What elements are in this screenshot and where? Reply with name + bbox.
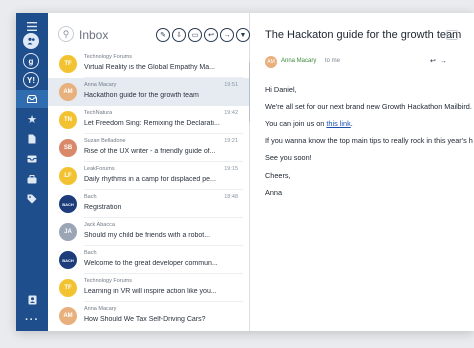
email-subject: Hackathon guide for the growth team <box>84 92 199 99</box>
email-subject: Virtual Reality is the Global Empathy Ma… <box>84 64 215 71</box>
sender-name: Bach <box>84 194 97 200</box>
body-paragraph-3: If you wanna know the top main tips to r… <box>265 136 473 145</box>
sender-name: Suzan Belladone <box>84 138 126 144</box>
body-paragraph-4: See you soon! <box>265 153 312 162</box>
reply-icon[interactable]: ↩ <box>204 28 218 42</box>
email-subject: How Should We Tax Self-Driving Cars? <box>84 316 206 323</box>
email-subject: Learning in VR will inspire action like … <box>84 288 217 295</box>
archive-box-icon[interactable] <box>22 150 42 168</box>
sender-name: TechNatura <box>84 110 113 116</box>
archive-icon[interactable]: ⇩ <box>172 28 186 42</box>
signature: Anna <box>265 188 283 197</box>
join-link[interactable]: this link <box>326 119 350 128</box>
sender-avatar: LF <box>59 167 77 185</box>
google-account-icon[interactable]: g <box>23 53 39 69</box>
briefcase-icon[interactable] <box>22 170 42 188</box>
email-subject: Welcome to the great developer commun... <box>84 260 218 267</box>
list-header: ⚲ Inbox ✎ ⇩ ▭ ↩ → ▼ <box>48 13 250 50</box>
sender-avatar: BACH <box>59 195 77 213</box>
star-icon[interactable]: ★ <box>22 110 42 128</box>
tag-add-icon[interactable]: + <box>446 30 458 40</box>
inbox-title: Inbox <box>79 28 109 42</box>
sender-name[interactable]: Anna Macary <box>281 58 316 64</box>
email-title: The Hackaton guide for the growth team <box>265 29 462 41</box>
email-subject: Registration <box>84 204 122 211</box>
message-list-pane: ⚲ Inbox ✎ ⇩ ▭ ↩ → ▼ TF Technology Forums… <box>48 13 252 331</box>
email-row-selected[interactable]: AM Anna Macary 19:51 Hackathon guide for… <box>48 78 249 106</box>
contacts-account-icon[interactable] <box>23 33 39 49</box>
email-row[interactable]: SB Suzan Belladone 19:21 Rise of the UX … <box>48 134 249 162</box>
email-subject: Rise of the UX writer - a friendly guide… <box>84 148 216 155</box>
tag-icon[interactable] <box>22 190 42 208</box>
reply-icon[interactable]: ↩ <box>430 58 440 65</box>
search-icon[interactable]: ⚲ <box>58 26 74 42</box>
email-time: 19:21 <box>224 138 238 144</box>
body-paragraph-1: We're all set for our next brand new Gro… <box>265 102 472 111</box>
email-row[interactable]: TN TechNatura 19:42 Let Freedom Sing: Re… <box>48 106 249 134</box>
sender-avatar: AM <box>59 307 77 325</box>
sender-avatar: TF <box>59 55 77 73</box>
trash-icon[interactable]: ▭ <box>188 28 202 42</box>
sender-name: Technology Forums <box>84 278 132 284</box>
sender-avatar: AM <box>59 83 77 101</box>
email-row[interactable]: TF Technology Forums Learning in VR will… <box>48 274 249 302</box>
greeting: Hi Daniel, <box>265 85 297 94</box>
sender-avatar: TF <box>59 279 77 297</box>
recipient-label: to me <box>325 58 341 64</box>
message-actions: ↩→ <box>430 57 451 65</box>
sender-avatar: AM <box>265 56 277 68</box>
sender-avatar: TN <box>59 111 77 129</box>
sign-off: Cheers, <box>265 171 291 180</box>
document-icon[interactable] <box>22 130 42 148</box>
sender-name: Anna Macary <box>84 306 117 312</box>
email-subject: Let Freedom Sing: Remixing the Declarati… <box>84 120 220 127</box>
email-row[interactable]: BACH Bach 18:48 Registration <box>48 190 249 218</box>
compose-icon[interactable]: ✎ <box>156 28 170 42</box>
email-row[interactable]: LF LeakForums 19:15 Daily rhythms in a c… <box>48 162 249 190</box>
email-row[interactable]: TF Technology Forums Virtual Reality is … <box>48 50 249 78</box>
sender-name: LeakForums <box>84 166 115 172</box>
email-row[interactable]: JA Jack Abacca Should my child be friend… <box>48 218 249 246</box>
body-paragraph-2: You can join us on this link. <box>265 119 353 128</box>
chevron-down-icon[interactable]: ▼ <box>236 28 250 42</box>
email-time: 19:42 <box>224 110 238 116</box>
contacts-icon[interactable] <box>22 291 42 309</box>
sender-name: Jack Abacca <box>84 222 115 228</box>
inbox-icon[interactable] <box>16 90 48 108</box>
email-time: 19:15 <box>224 166 238 172</box>
email-row[interactable]: AM Anna Macary How Should We Tax Self-Dr… <box>48 302 249 330</box>
app-window: g Y! ★ ··· ⚲ Inbox ✎ ⇩ ▭ ↩ → ▼ TF Techno… <box>16 13 474 331</box>
yahoo-account-icon[interactable]: Y! <box>23 72 39 88</box>
more-options-icon[interactable]: ··· <box>22 311 42 329</box>
sender-avatar: SB <box>59 139 77 157</box>
sender-avatar: BACH <box>59 251 77 269</box>
forward-icon[interactable]: → <box>220 28 234 42</box>
email-time: 19:51 <box>224 82 238 88</box>
sender-avatar: JA <box>59 223 77 241</box>
sender-name: Technology Forums <box>84 54 132 60</box>
forward-icon[interactable]: → <box>440 58 451 65</box>
sender-name: Anna Macary <box>84 82 117 88</box>
reading-pane: The Hackaton guide for the growth team +… <box>250 13 474 331</box>
email-time: 18:48 <box>224 194 238 200</box>
email-subject: Should my child be friends with a robot.… <box>84 232 211 239</box>
email-subject: Daily rhythms in a camp for displaced pe… <box>84 176 216 183</box>
sender-name: Bach <box>84 250 97 256</box>
sidebar: g Y! ★ ··· <box>16 13 48 331</box>
email-row[interactable]: BACH Bach Welcome to the great developer… <box>48 246 249 274</box>
